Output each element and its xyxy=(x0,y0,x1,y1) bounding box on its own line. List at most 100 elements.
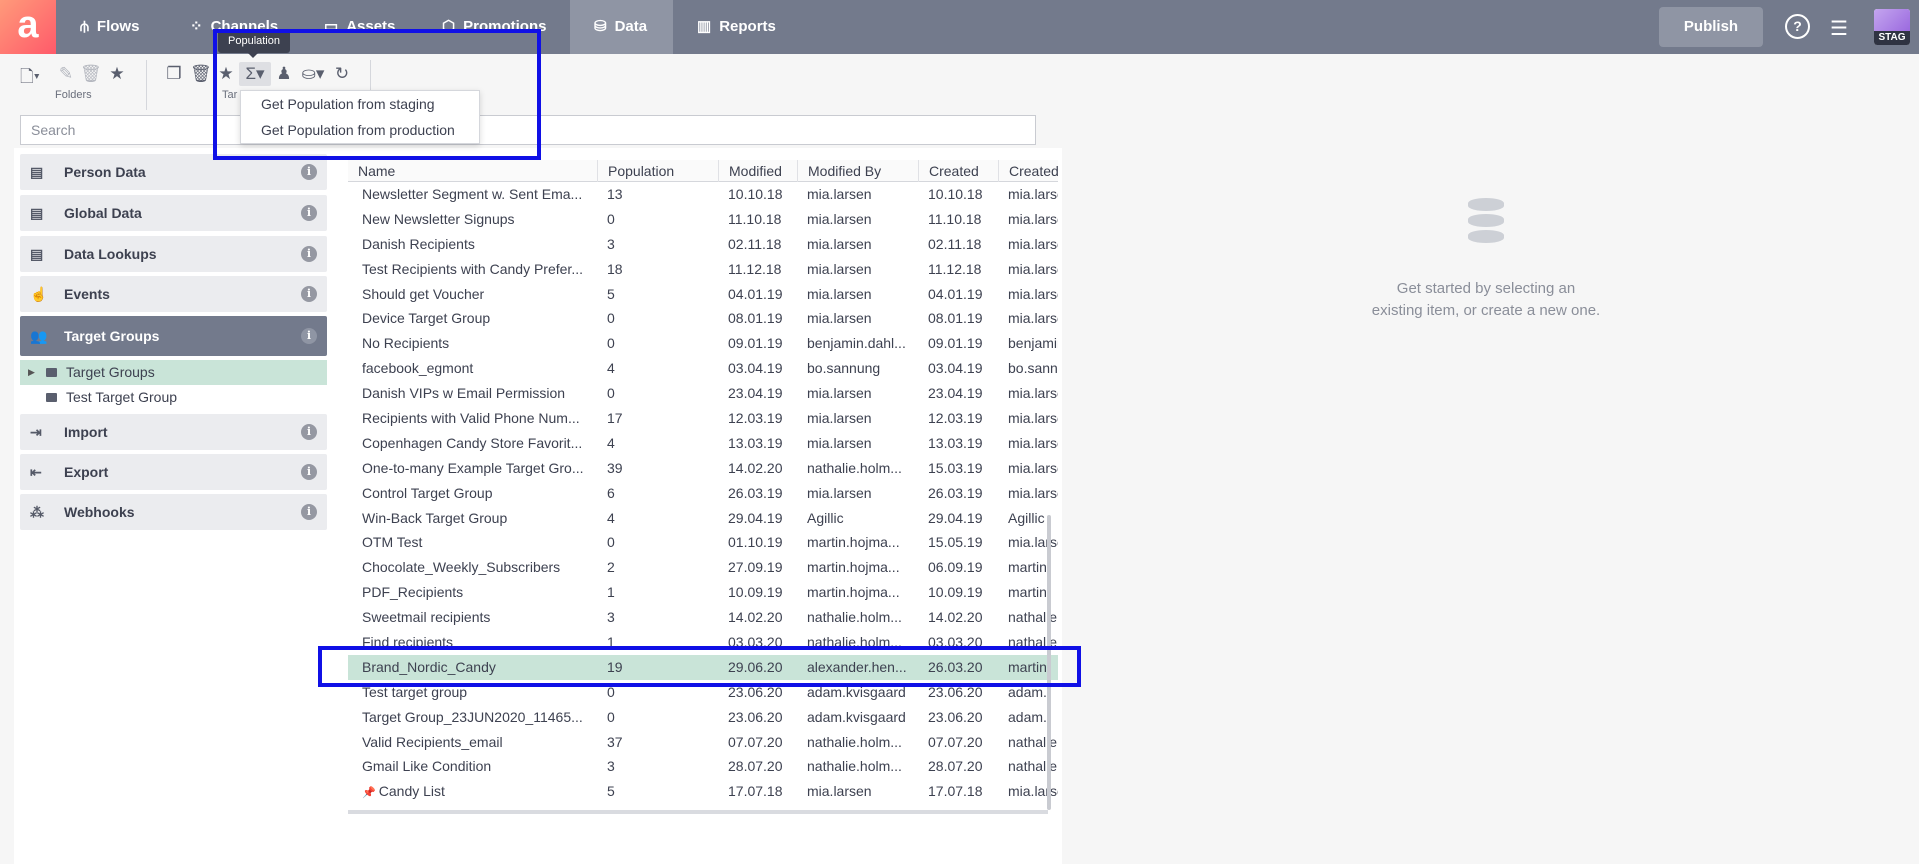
delete-icon[interactable]: 🗑 xyxy=(80,64,102,84)
info-icon[interactable]: i xyxy=(301,464,317,480)
app-logo[interactable]: a xyxy=(0,0,56,54)
nav-reports[interactable]: ▥ Reports xyxy=(673,0,800,54)
table-cell: OTM Test xyxy=(362,534,423,551)
info-icon[interactable]: i xyxy=(301,286,317,302)
table-cell: bo.sannung xyxy=(807,360,881,377)
table-cell: 02.11.18 xyxy=(928,235,982,252)
table-row[interactable]: OTM Test 0 01.10.19 martin.hojma... 15.05.19… xyxy=(348,530,1058,555)
settings-sliders-icon[interactable]: ☰ xyxy=(1830,16,1848,41)
column-header-modified-by[interactable]: Modified By xyxy=(797,160,918,182)
table-cell: 17.07.18 xyxy=(928,783,983,800)
table-cell: 26.03.19 xyxy=(928,484,983,501)
sidebar-item-export[interactable]: ⇤ Export i xyxy=(20,454,327,490)
table-cell: 11.12.18 xyxy=(928,260,982,277)
table-row[interactable]: Valid Recipients_email 37 07.07.20 nathalie… xyxy=(348,730,1058,755)
table-cell: 11.12.18 xyxy=(728,260,782,277)
table-horizontal-scrollbar[interactable] xyxy=(348,810,1048,814)
new-folder-icon[interactable]: 🗋▾ xyxy=(20,64,40,93)
info-icon[interactable]: i xyxy=(301,328,317,344)
environment-badge[interactable]: STAG xyxy=(1874,9,1910,45)
table-cell: 5 xyxy=(607,783,615,800)
table-row[interactable]: Device Target Group 0 08.01.19 mia.larsen 08… xyxy=(348,306,1058,331)
table-cell: No Recipients xyxy=(362,335,450,352)
table-cell: mia.larsen xyxy=(807,186,872,202)
table-cell: 0 xyxy=(607,310,615,327)
copy-icon[interactable]: ❐ xyxy=(164,64,184,84)
sidebar-item-events[interactable]: ☝ Events i xyxy=(20,276,327,312)
table-row[interactable]: Control Target Group 6 26.03.19 mia.larsen 2… xyxy=(348,481,1058,506)
table-row[interactable]: No Recipients 0 09.01.19 benjamin.dahl... 09… xyxy=(348,331,1058,356)
table-cell: 4 xyxy=(607,360,615,377)
table-cell: nathalie.holm... xyxy=(807,733,902,750)
table-cell: 03.04.19 xyxy=(928,360,983,377)
tree-item-test-target-group[interactable]: Test Target Group xyxy=(20,385,327,410)
table-row[interactable]: Recipients with Valid Phone Num... 17 12.0… xyxy=(348,406,1058,431)
sidebar-item-webhooks[interactable]: ⁂ Webhooks i xyxy=(20,494,327,530)
table-row[interactable]: Win-Back Target Group 4 29.04.19 Agillic 29.… xyxy=(348,506,1058,531)
table-cell: mia.larsen xyxy=(1008,434,1058,451)
info-icon[interactable]: i xyxy=(301,205,317,221)
sidebar-item-global-data[interactable]: ▤ Global Data i xyxy=(20,195,327,231)
table-cell: 18 xyxy=(607,260,623,277)
table-row[interactable]: facebook_egmont 4 03.04.19 bo.sannung 03.04.… xyxy=(348,356,1058,381)
delete-target-icon[interactable]: 🗑 xyxy=(190,64,212,84)
table-row[interactable]: PDF_Recipients 1 10.09.19 martin.hojma... 10… xyxy=(348,580,1058,605)
info-icon[interactable]: i xyxy=(301,504,317,520)
sidebar-item-target-groups[interactable]: 👥 Target Groups i xyxy=(20,316,327,356)
info-icon[interactable]: i xyxy=(301,424,317,440)
database-icon: ⛁ xyxy=(594,18,607,35)
favorite-star-icon[interactable]: ★ xyxy=(107,64,127,84)
table-cell: mia.larsen xyxy=(807,410,872,427)
column-header-modified[interactable]: Modified xyxy=(718,160,797,182)
table-cell: PDF_Recipients xyxy=(362,584,464,601)
table-row[interactable]: One-to-many Example Target Gro... 39 14.02… xyxy=(348,456,1058,481)
sidebar-item-import[interactable]: ⇥ Import i xyxy=(20,414,327,450)
table-cell: 29.04.19 xyxy=(728,509,783,526)
column-header-created[interactable]: Created xyxy=(918,160,998,182)
info-icon[interactable]: i xyxy=(301,164,317,180)
table-row[interactable]: Copenhagen Candy Store Favorit... 4 13.03.… xyxy=(348,431,1058,456)
table-cell: Copenhagen Candy Store Favorit... xyxy=(362,434,583,451)
table-row[interactable]: Gmail Like Condition 3 28.07.20 nathalie.ho… xyxy=(348,754,1058,779)
table-cell: 6 xyxy=(607,484,615,501)
table-cell: 11.10.18 xyxy=(928,210,982,227)
table-row[interactable]: Danish Recipients 3 02.11.18 mia.larsen 02.1… xyxy=(348,232,1058,257)
table-row[interactable]: 📌 Candy List 5 17.07.18 mia.larsen 17.07.18 m… xyxy=(348,779,1058,804)
table-cell: 09.01.19 xyxy=(728,335,783,352)
table-cell: 14.02.20 xyxy=(728,459,783,476)
table-row[interactable]: Should get Voucher 5 04.01.19 mia.larsen 04.… xyxy=(348,282,1058,307)
publish-button[interactable]: Publish xyxy=(1659,7,1763,47)
table-row[interactable]: Newsletter Segment w. Sent Ema... 13 10.10… xyxy=(348,182,1058,207)
column-header-name[interactable]: Name xyxy=(348,160,597,182)
table-row[interactable]: Sweetmail recipients 3 14.02.20 nathalie.ho… xyxy=(348,605,1058,630)
table-cell: mia.larsen xyxy=(807,210,872,227)
table-cell: 26.03.19 xyxy=(728,484,783,501)
empty-state-message: Get started by selecting an existing ite… xyxy=(1371,280,1601,319)
table-row[interactable]: New Newsletter Signups 0 11.10.18 mia.larse… xyxy=(348,207,1058,232)
expand-arrow-icon[interactable]: ▶ xyxy=(28,360,35,385)
table-cell: mia.larsen xyxy=(807,484,872,501)
nav-flows[interactable]: ⫛ Flows xyxy=(56,0,163,54)
reports-icon: ▥ xyxy=(697,18,712,35)
table-cell: facebook_egmont xyxy=(362,360,474,377)
column-header-created-by[interactable]: Created By xyxy=(998,160,1058,182)
table-cell: 12.03.19 xyxy=(728,410,783,427)
detail-panel xyxy=(1062,148,1919,864)
folders-group-label: Folders xyxy=(55,89,92,101)
table-cell: 17 xyxy=(607,410,623,427)
edit-icon[interactable]: ✎ xyxy=(56,64,76,84)
import-icon: ⇥ xyxy=(30,424,42,440)
nav-data[interactable]: ⛁ Data xyxy=(570,0,673,54)
table-row[interactable]: Danish VIPs w Email Permission 0 23.04.19 m… xyxy=(348,381,1058,406)
highlight-box-selected-row xyxy=(318,646,1081,687)
sidebar-item-data-lookups[interactable]: ▤ Data Lookups i xyxy=(20,236,327,272)
table-cell: nathalie.holm... xyxy=(807,459,902,476)
info-icon[interactable]: i xyxy=(301,246,317,262)
tree-item-target-groups[interactable]: ▶ Target Groups xyxy=(20,360,327,385)
column-header-population[interactable]: Population xyxy=(597,160,718,182)
table-row[interactable]: Target Group_23JUN2020_11465... 0 23.06.20… xyxy=(348,705,1058,730)
table-row[interactable]: Test Recipients with Candy Prefer... 18 11… xyxy=(348,257,1058,282)
help-icon[interactable]: ? xyxy=(1785,14,1810,39)
table-cell: 27.09.19 xyxy=(728,559,783,576)
table-row[interactable]: Chocolate_Weekly_Subscribers 2 27.09.19 mar… xyxy=(348,555,1058,580)
